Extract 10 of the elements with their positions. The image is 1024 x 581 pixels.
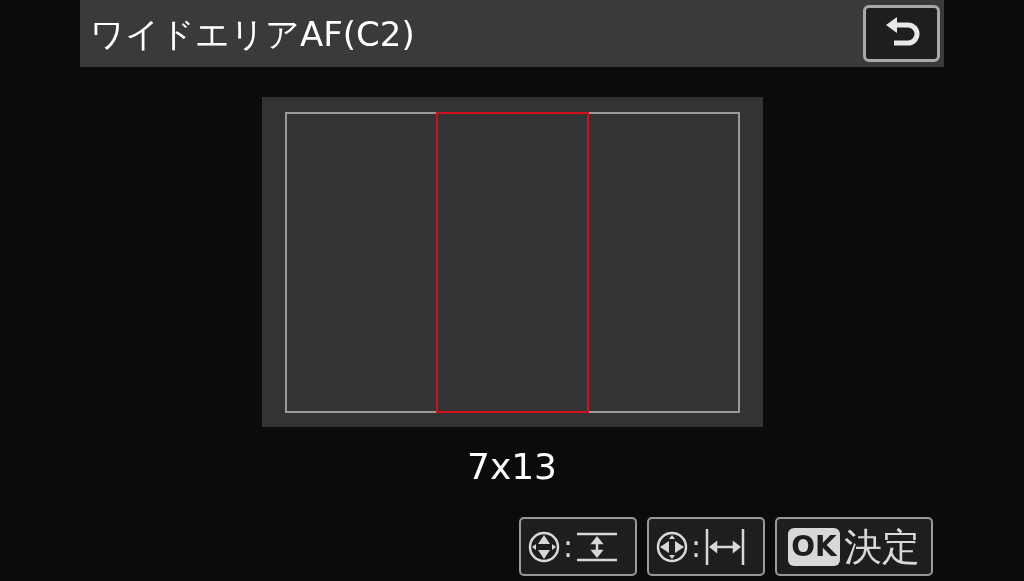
back-button[interactable] [863, 5, 940, 62]
area-size: 7x13 [467, 449, 557, 485]
vertical-adjust-button[interactable]: : [519, 517, 637, 576]
confirm-label: 決定 [843, 527, 920, 566]
dpad-left-right-icon [655, 529, 689, 564]
horizontal-adjust-button[interactable]: : [647, 517, 765, 576]
confirm-button[interactable]: OK 決定 [775, 517, 933, 576]
screen-title: ワイドエリアAF(C2) [90, 16, 415, 51]
dpad-up-down-icon [527, 529, 561, 564]
ok-badge: OK [788, 527, 840, 566]
